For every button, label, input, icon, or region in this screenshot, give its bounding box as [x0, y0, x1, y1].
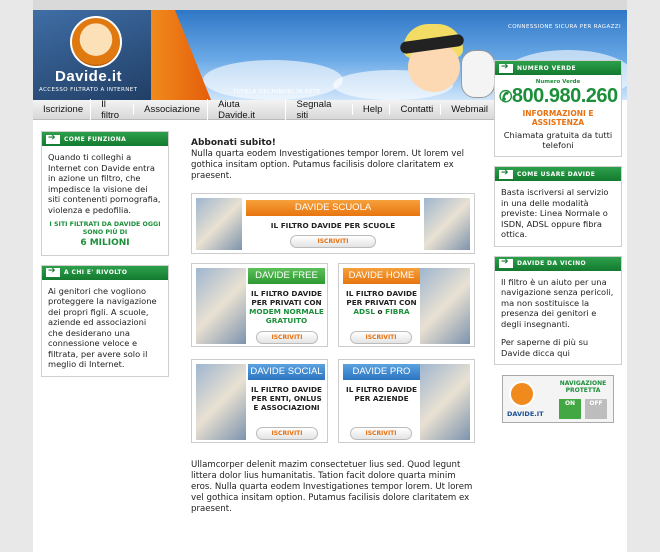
a-chi-text: Ai genitori che vogliono proteggere la n… — [48, 285, 157, 370]
card-title: DAVIDE HOME — [343, 268, 420, 284]
iscriviti-button[interactable]: ISCRIVITI — [256, 331, 318, 344]
card-description: IL FILTRO DAVIDE PER AZIENDE — [346, 385, 417, 403]
box-header: A CHI E' RIVOLTO — [42, 265, 168, 280]
card-description: IL FILTRO DAVIDE PER SCUOLE — [270, 221, 396, 230]
da-vicino-text: Il filtro è un aiuto per una navigazione… — [501, 276, 614, 329]
arrow-right-icon — [499, 257, 513, 268]
iscriviti-button[interactable]: ISCRIVITI — [290, 235, 376, 248]
iscriviti-button[interactable]: ISCRIVITI — [256, 427, 318, 440]
nav-aiuta[interactable]: Aiuta Davide.it — [207, 98, 285, 121]
arrow-right-icon — [46, 133, 60, 144]
nav-iscrizione[interactable]: Iscrizione — [33, 104, 90, 115]
davide-social-card[interactable]: DAVIDE SOCIAL IL FILTRO DAVIDE PER ENTI,… — [191, 359, 328, 443]
family-photo — [420, 268, 470, 344]
main-nav: Iscrizione Il filtro Associazione Aiuta … — [33, 98, 495, 121]
on-switch: ON — [559, 399, 581, 419]
intro-text: Nulla quarta eodem Investigationes tempo… — [191, 149, 465, 181]
numero-verde-box: NUMERO VERDE Numero Verde ✆800.980.260 I… — [494, 60, 622, 157]
dog-mascot-icon — [461, 50, 495, 98]
logo-text[interactable]: Davide.it — [55, 68, 122, 85]
right-column: NUMERO VERDE Numero Verde ✆800.980.260 I… — [494, 60, 622, 423]
davide-scuola-card[interactable]: DAVIDE SCUOLA IL FILTRO DAVIDE PER SCUOL… — [191, 193, 475, 254]
nav-associazione[interactable]: Associazione — [133, 104, 207, 115]
card-title: DAVIDE PRO — [343, 364, 420, 380]
davide-home-card[interactable]: DAVIDE HOME IL FILTRO DAVIDE PER PRIVATI… — [338, 263, 475, 347]
card-description: IL FILTRO DAVIDE PER PRIVATI CON MODEM NO… — [249, 289, 324, 325]
davide-pro-card[interactable]: DAVIDE PRO IL FILTRO DAVIDE PER AZIENDE … — [338, 359, 475, 443]
box-header: COME USARE DAVIDE — [495, 167, 621, 181]
free-call-note: Chiamata gratuita da tutti telefoni — [503, 130, 613, 150]
logo-subtitle: ACCESSO FILTRATO A INTERNET — [39, 87, 138, 93]
boy-mascot-icon — [398, 24, 468, 100]
davide-face-icon — [509, 381, 535, 407]
info-assistenza: INFORMAZIONI E ASSISTENZA — [522, 109, 594, 127]
header-slogan: CONNESSIONE SICURA PER RAGAZZI — [507, 24, 621, 30]
arrow-right-icon — [46, 266, 60, 277]
box-header: NUMERO VERDE — [495, 61, 621, 75]
filtered-sites-note: I SITI FILTRATI DA DAVIDE OGGI SONO PIÙ … — [49, 221, 161, 236]
davide-free-card[interactable]: DAVIDE FREE IL FILTRO DAVIDE PER PRIVATI… — [191, 263, 328, 347]
da-vicino-box: DAVIDE DA VICINO Il filtro è un aiuto pe… — [494, 255, 622, 365]
card-title: DAVIDE SCUOLA — [246, 200, 420, 216]
card-title: DAVIDE SOCIAL — [248, 364, 325, 380]
business-photo — [420, 364, 470, 440]
come-funziona-box: COME FUNZIONA Quando ti colleghi a Inter… — [41, 131, 169, 256]
filtered-sites-count: 6 MILIONI — [80, 238, 130, 248]
box-title: DAVIDE DA VICINO — [517, 260, 587, 267]
orange-swoosh — [151, 10, 211, 100]
card-title: DAVIDE FREE — [248, 268, 325, 284]
phone-icon: ✆ — [499, 89, 512, 106]
come-usare-text: Basta iscriversi al servizio in una dell… — [501, 187, 609, 239]
card-description: IL FILTRO DAVIDE PER PRIVATI CON ADSL o F… — [346, 289, 417, 316]
outro-text: Ullamcorper delenit mazim consectetuer l… — [191, 460, 473, 514]
box-header: DAVIDE DA VICINO — [495, 256, 621, 271]
page-title: Abbonati subito! — [191, 138, 276, 148]
left-column: COME FUNZIONA Quando ti colleghi a Inter… — [41, 131, 169, 386]
students-photo — [196, 198, 242, 250]
davide-logo-icon[interactable] — [70, 16, 122, 68]
box-header: COME FUNZIONA — [42, 132, 168, 146]
top-strip — [33, 0, 627, 10]
header-tagline: TUTELA DEI MINORI IN RETE — [233, 89, 321, 95]
box-title: NUMERO VERDE — [517, 64, 577, 72]
family-photo — [196, 268, 246, 344]
arrow-right-icon — [499, 168, 513, 179]
iscriviti-button[interactable]: ISCRIVITI — [350, 331, 412, 344]
come-usare-box: COME USARE DAVIDE Basta iscriversi al se… — [494, 166, 622, 247]
a-chi-box: A CHI E' RIVOLTO Ai genitori che voglion… — [41, 264, 169, 377]
nav-contatti[interactable]: Contatti — [389, 104, 440, 115]
badge-title: NAVIGAZIONE PROTETTA — [559, 380, 607, 394]
nav-il-filtro[interactable]: Il filtro — [90, 98, 133, 121]
badge-name: DAVIDE.IT — [507, 410, 544, 418]
page: Davide.it ACCESSO FILTRATO A INTERNET CO… — [33, 0, 627, 552]
students-photo — [424, 198, 470, 250]
box-title: A CHI E' RIVOLTO — [64, 269, 128, 276]
office-photo — [196, 364, 246, 440]
box-title: COME FUNZIONA — [64, 135, 127, 143]
navigazione-protetta-badge[interactable]: DAVIDE.IT NAVIGAZIONE PROTETTA ON OFF — [502, 375, 614, 423]
main-content: Abbonati subito! Nulla quarta eodem Inve… — [191, 138, 477, 182]
nav-help[interactable]: Help — [351, 104, 390, 115]
arrow-right-icon — [499, 62, 513, 73]
off-switch: OFF — [585, 399, 607, 419]
box-title: COME USARE DAVIDE — [517, 170, 596, 178]
iscriviti-button[interactable]: ISCRIVITI — [350, 427, 412, 440]
come-funziona-text: Quando ti colleghi a Internet con Davide… — [48, 152, 161, 215]
da-vicino-link[interactable]: Per saperne di più su Davide dicca qui — [501, 337, 615, 358]
phone-number[interactable]: ✆800.980.260 — [499, 85, 618, 108]
nav-segnala-siti[interactable]: Segnala siti — [285, 98, 351, 121]
nav-webmail[interactable]: Webmail — [440, 104, 495, 115]
card-description: IL FILTRO DAVIDE PER ENTI, ONLUS E ASSOC… — [251, 385, 322, 412]
